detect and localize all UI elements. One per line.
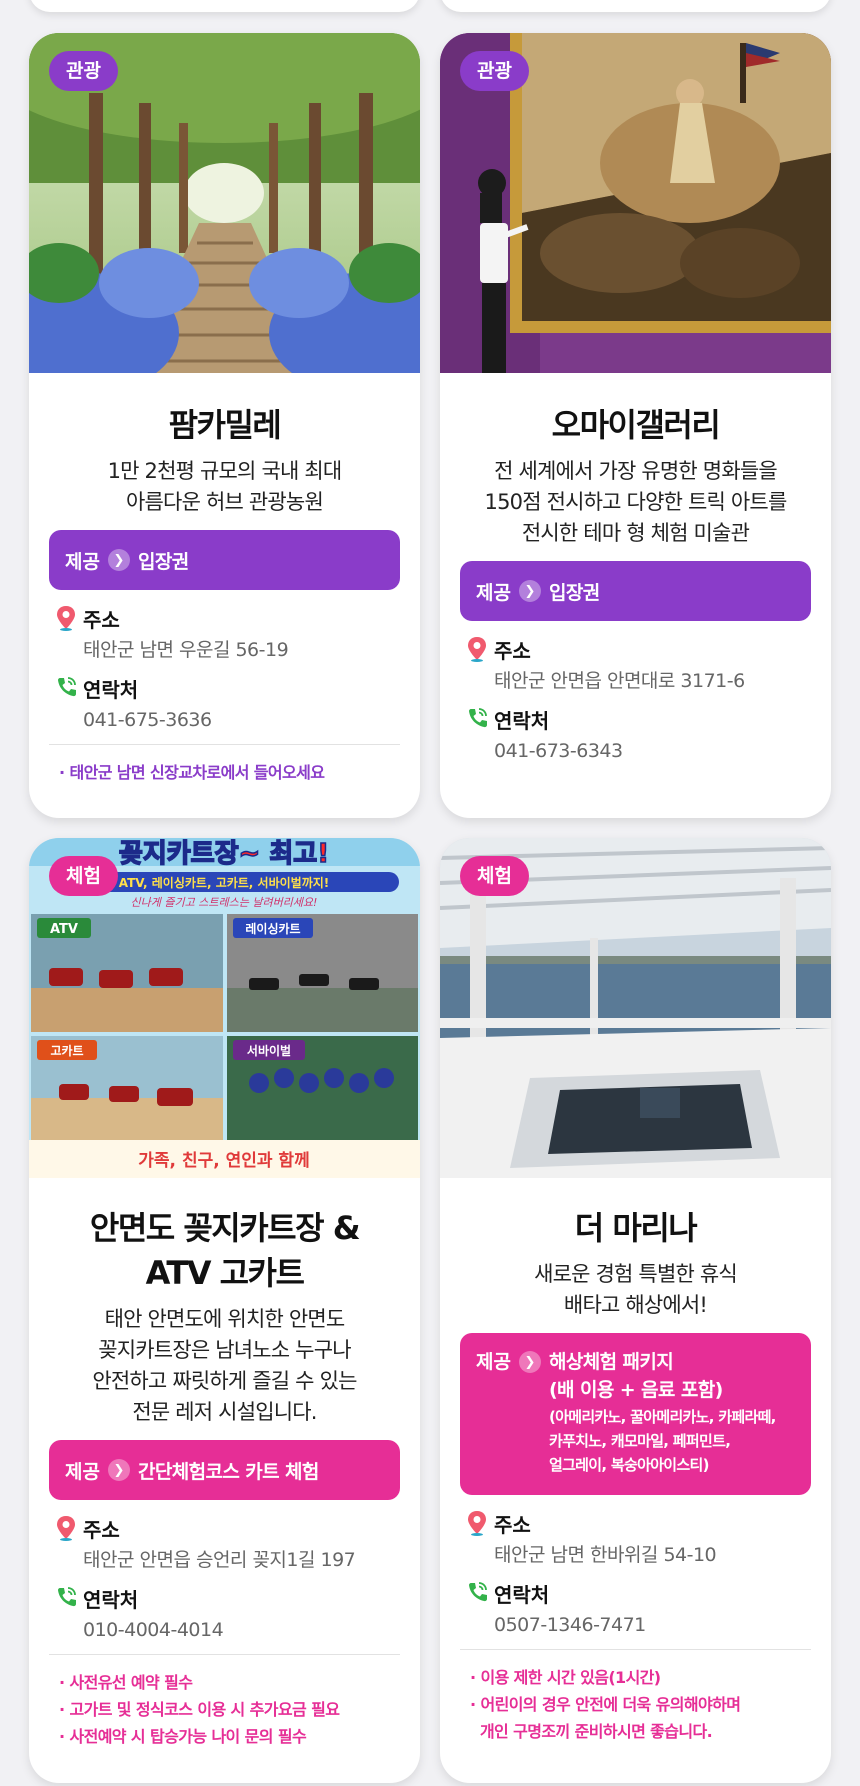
notes-list: · 이용 제한 시간 있음(1시간) · 어린이의 경우 안전에 더욱 유의해야… [460, 1650, 811, 1745]
place-card-kart[interactable]: 꽂지카트장~ 최고! ATV, 레이싱카트, 고카트, 서바이벌까지! 신나게 … [29, 838, 420, 1783]
place-title: 더 마리나 [574, 1209, 698, 1247]
note-item: 개인 구명조끼 준비하시면 좋습니다. [470, 1722, 713, 1741]
location-pin-icon [57, 1516, 75, 1541]
place-card-marina[interactable]: 체험 더 마리나 새로운 경험 특별한 휴식 배타고 해상에서! 제공 ❯ 해상… [440, 838, 831, 1783]
chevron-right-icon: ❯ [107, 549, 130, 571]
offer-value: 간단체험코스 카트 체험 [137, 1460, 319, 1483]
address-value: 태안군 안면읍 안면대로 3171-6 [494, 670, 745, 692]
category-badge: 체험 [49, 856, 118, 896]
category-badge: 관광 [49, 51, 118, 91]
offer-prefix: 제공 [476, 581, 511, 604]
contact-label: 연락처 [494, 1582, 550, 1607]
place-description: 새로운 경험 특별한 휴식 배타고 해상에서! [534, 1262, 738, 1317]
panel-label-gokart: 고카트 [50, 1043, 83, 1058]
contact-label: 연락처 [83, 677, 139, 702]
address-label: 주소 [494, 638, 531, 663]
contact-label: 연락처 [494, 708, 550, 733]
contact-value[interactable]: 041-673-6343 [494, 739, 811, 763]
kart-poster-photo: 꽂지카트장~ 최고! ATV, 레이싱카트, 고카트, 서바이벌까지! 신나게 … [29, 838, 420, 1178]
poster-subtitle: ATV, 레이싱카트, 고카트, 서바이벌까지! [119, 875, 330, 890]
offer-prefix: 제공 [476, 1351, 511, 1373]
note-item: · 고가트 및 정식코스 이용 시 추가요금 필요 [59, 1700, 340, 1719]
chevron-right-icon: ❯ [518, 1351, 541, 1373]
note-item: · 어린이의 경우 안전에 더욱 유의해야하며 [470, 1695, 741, 1714]
offer-box: 제공 ❯ 간단체험코스 카트 체험 [49, 1440, 400, 1500]
offer-value-detail: (배 이용 + 음료 포함) [548, 1379, 723, 1401]
contact-label: 연락처 [83, 1587, 139, 1612]
info-section: 주소 태안군 안면읍 안면대로 3171-6 연락처 041-673-6343 [460, 635, 811, 763]
phone-icon [58, 1587, 76, 1607]
offer-box: 제공 ❯ 입장권 [460, 561, 811, 621]
phone-icon [469, 1582, 487, 1602]
info-section: 주소 태안군 남면 우운길 56-19 연락처 041-675-3636 [49, 604, 400, 732]
address-value: 태안군 안면읍 승언리 꽂지1길 197 [83, 1549, 356, 1571]
address-value: 태안군 남면 우운길 56-19 [83, 639, 289, 661]
notes-list: · 사전유선 예약 필수 · 고가트 및 정식코스 이용 시 추가요금 필요 ·… [49, 1655, 400, 1750]
address-label: 주소 [83, 607, 120, 632]
previous-card-edge [440, 0, 831, 12]
category-badge: 체험 [460, 856, 529, 896]
hydrangea-path-photo: 관광 [29, 33, 420, 373]
offer-content: 해상체험 패키지 (배 이용 + 음료 포함) (아메리카노, 꿀아메리카노, … [549, 1349, 776, 1477]
previous-card-edge [29, 0, 420, 12]
poster-tagline: 신나게 즐기고 스트레스는 날려버리세요! [131, 896, 318, 909]
address-label: 주소 [494, 1512, 531, 1537]
offer-value: 해상체험 패키지 [548, 1351, 674, 1373]
gallery-painting-photo: 관광 [440, 33, 831, 373]
info-section: 주소 태안군 안면읍 승언리 꽂지1길 197 연락처 010-4004-401… [49, 1514, 400, 1642]
contact-value[interactable]: 0507-1346-7471 [494, 1613, 811, 1637]
note-item: · 사전유선 예약 필수 [59, 1673, 193, 1692]
place-title: 안면도 꽂지카트장 & ATV 고카트 [89, 1209, 361, 1292]
place-description: 태안 안면도에 위치한 안면도 꽂지카트장은 남녀노소 누구나 안전하고 짜릿하… [92, 1307, 357, 1424]
offer-drink-list: (아메리카노, 꿀아메리카노, 카페라떼, 카푸치노, 캐모마일, 페퍼민트, … [548, 1408, 776, 1474]
category-badge: 관광 [460, 51, 529, 91]
address-label: 주소 [83, 1517, 120, 1542]
contact-value[interactable]: 010-4004-4014 [83, 1618, 400, 1642]
note-item: · 사전예약 시 탑승가능 나이 문의 필수 [59, 1727, 307, 1746]
offer-value: 입장권 [137, 550, 189, 573]
location-pin-icon [57, 606, 75, 631]
contact-value[interactable]: 041-675-3636 [83, 708, 400, 732]
place-description: 전 세계에서 가장 유명한 명화들을 150점 전시하고 다양한 트릭 아트를 … [484, 459, 788, 545]
phone-icon [469, 708, 487, 728]
marina-deck-photo: 체험 [440, 838, 831, 1178]
offer-prefix: 제공 [65, 1460, 100, 1483]
offer-prefix: 제공 [65, 550, 100, 573]
panel-label-survival: 서바이벌 [247, 1043, 291, 1058]
note-item: · 태안군 남면 신장교차로에서 들어오세요 [59, 763, 325, 782]
chevron-right-icon: ❯ [107, 1459, 130, 1481]
poster-footer: 가족, 친구, 연인과 함께 [138, 1150, 309, 1171]
place-title: 오마이갤러리 [551, 406, 721, 444]
location-pin-icon [468, 1511, 486, 1536]
panel-label-atv: ATV [50, 922, 78, 937]
info-section: 주소 태안군 남면 한바위길 54-10 연락처 0507-1346-7471 [460, 1509, 811, 1637]
offer-box: 제공 ❯ 입장권 [49, 530, 400, 590]
place-card-farmkamille[interactable]: 관광 팜카밀레 1만 2천평 규모의 국내 최대 아름다운 허브 관광농원 제공… [29, 33, 420, 818]
place-card-ohmygallery[interactable]: 관광 오마이갤러리 전 세계에서 가장 유명한 명화들을 150점 전시하고 다… [440, 33, 831, 818]
panel-label-racing: 레이싱카트 [245, 921, 300, 936]
place-description: 1만 2천평 규모의 국내 최대 아름다운 허브 관광농원 [107, 459, 343, 514]
poster-headline: 꽂지카트장~ 최고! [119, 839, 329, 869]
place-title: 팜카밀레 [168, 406, 282, 444]
notes-list: · 태안군 남면 신장교차로에서 들어오세요 [49, 745, 400, 786]
note-item: · 이용 제한 시간 있음(1시간) [470, 1668, 661, 1687]
address-value: 태안군 남면 한바위길 54-10 [494, 1544, 717, 1566]
phone-icon [58, 677, 76, 697]
offer-box: 제공 ❯ 해상체험 패키지 (배 이용 + 음료 포함) (아메리카노, 꿀아메… [460, 1333, 811, 1495]
location-pin-icon [468, 637, 486, 662]
chevron-right-icon: ❯ [518, 580, 541, 602]
offer-value: 입장권 [548, 581, 600, 604]
